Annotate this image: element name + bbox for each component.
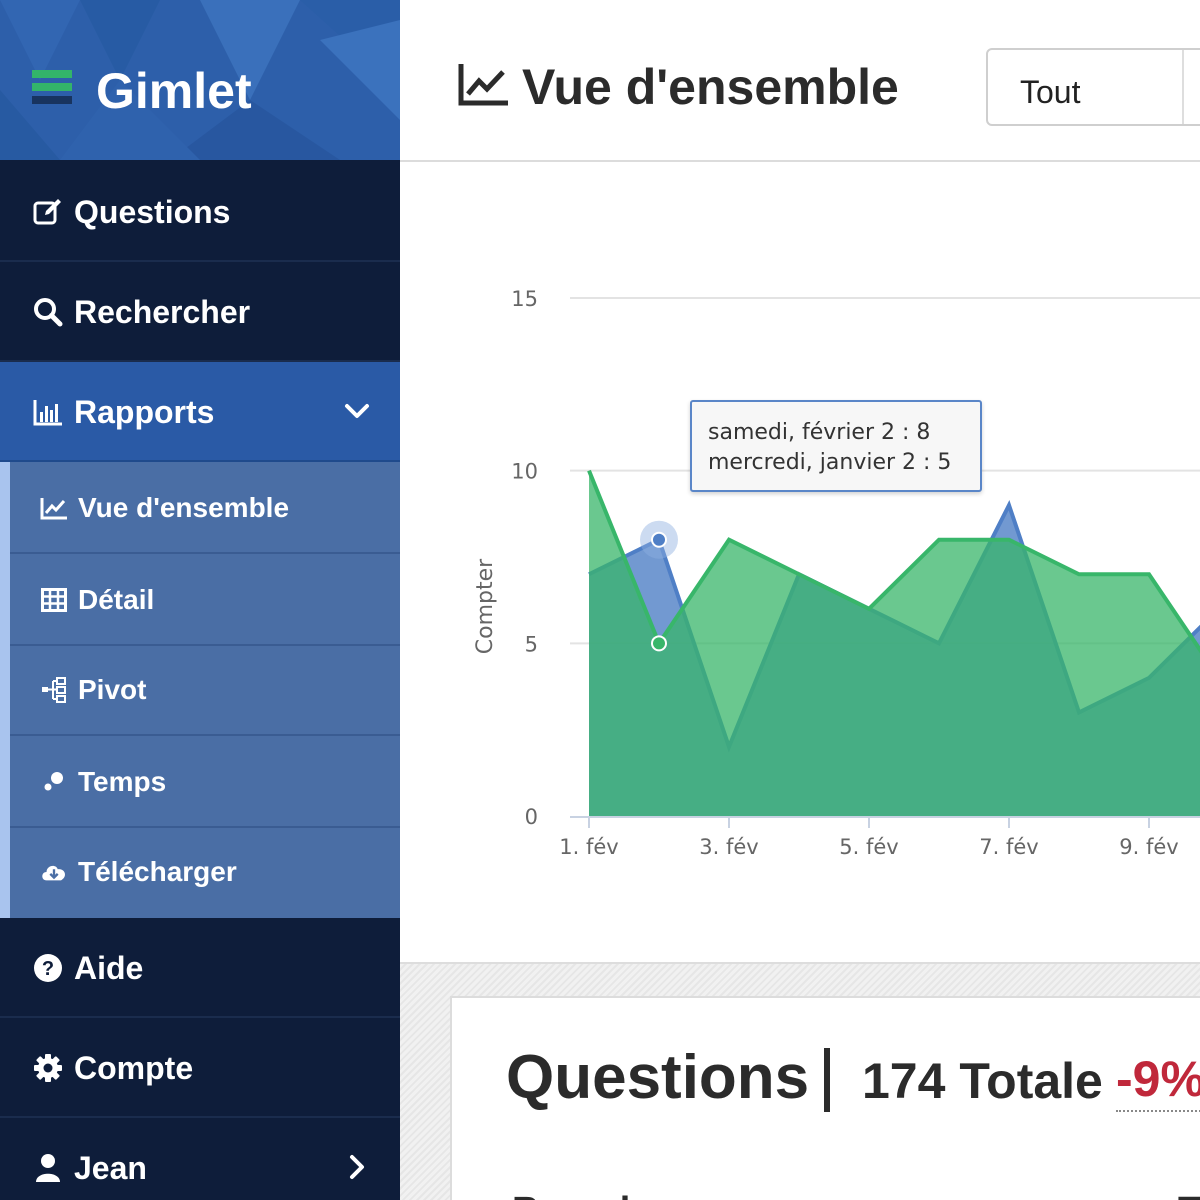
sidebar: Gimlet Questions Rechercher Rapports Vue… bbox=[0, 0, 400, 1200]
questions-title: Questions bbox=[506, 1043, 810, 1112]
x-tick-label: 7. fév bbox=[979, 835, 1038, 859]
submenu-item-label: Détail bbox=[78, 584, 155, 615]
sidebar-item-account[interactable]: Compte bbox=[0, 1018, 400, 1118]
submenu-accent-bar bbox=[0, 462, 10, 918]
time-range-value: Tout bbox=[1020, 74, 1081, 110]
sidebar-item-label: Aide bbox=[74, 950, 144, 986]
sidebar-item-help[interactable]: ? Aide bbox=[0, 918, 400, 1018]
submenu-item-label: Temps bbox=[78, 766, 167, 797]
area-chart: 1. fév 3. fév 5. fév 7. fév 9. fév 0 5 10 15 Comp… bbox=[473, 287, 1200, 859]
submenu-item-pivot[interactable]: Pivot bbox=[10, 644, 400, 736]
y-tick-label: 10 bbox=[511, 460, 538, 484]
submenu-item-label: Vue d'ensemble bbox=[78, 492, 290, 523]
x-tick-label: 9. fév bbox=[1119, 835, 1178, 859]
select-divider bbox=[1182, 50, 1184, 124]
bar-chart-icon bbox=[32, 396, 64, 428]
brand-header[interactable]: Gimlet bbox=[0, 0, 400, 160]
sidebar-item-questions[interactable]: Questions bbox=[0, 162, 400, 262]
chevron-down-icon[interactable] bbox=[344, 398, 370, 424]
submenu-item-time[interactable]: Temps bbox=[10, 736, 400, 828]
search-icon bbox=[32, 296, 64, 328]
column-header-branch[interactable]: Branche bbox=[512, 1190, 664, 1200]
sidebar-item-label: Compte bbox=[74, 1050, 194, 1086]
sidebar-item-reports[interactable]: Rapports bbox=[0, 362, 400, 462]
sidebar-item-user[interactable]: Jean bbox=[0, 1118, 400, 1200]
questions-change[interactable]: -9% bbox=[1116, 1050, 1200, 1112]
submenu-item-label: Pivot bbox=[78, 674, 147, 705]
sidebar-item-label: Rechercher bbox=[74, 294, 251, 330]
y-tick-label: 0 bbox=[525, 805, 538, 829]
chevron-right-icon[interactable] bbox=[344, 1154, 370, 1180]
brand-name: Gimlet bbox=[96, 63, 252, 119]
y-tick-label: 5 bbox=[525, 632, 538, 656]
sidebar-item-label: Rapports bbox=[74, 394, 215, 430]
line-chart-icon bbox=[40, 494, 68, 522]
sidebar-item-label: Questions bbox=[74, 194, 231, 230]
hover-point-series-0 bbox=[651, 531, 667, 548]
column-header-t[interactable]: T bbox=[1178, 1190, 1200, 1200]
gimlet-logo-icon bbox=[32, 70, 72, 110]
questions-total: 174 Totale bbox=[862, 1053, 1103, 1109]
submenu-item-detail[interactable]: Détail bbox=[10, 554, 400, 646]
user-icon bbox=[32, 1152, 64, 1184]
reports-submenu: Vue d'ensemble Détail Pivot Temps Téléch bbox=[0, 462, 400, 918]
x-tick-label: 5. fév bbox=[839, 835, 898, 859]
table-icon bbox=[40, 586, 68, 614]
tooltip-line-1: samedi, février 2 : 8 bbox=[708, 420, 931, 445]
pivot-icon bbox=[40, 676, 68, 704]
y-tick-label: 15 bbox=[511, 287, 538, 311]
submenu-item-label: Télécharger bbox=[78, 856, 237, 887]
time-range-select[interactable]: Tout bbox=[986, 48, 1200, 126]
x-tick-label: 3. fév bbox=[699, 835, 758, 859]
dots-icon bbox=[40, 768, 68, 796]
page-header: Vue d'ensemble Tout bbox=[400, 0, 1200, 162]
overview-chart: 1. fév 3. fév 5. fév 7. fév 9. fév 0 5 10 15 Comp… bbox=[400, 162, 1200, 962]
submenu-item-overview[interactable]: Vue d'ensemble bbox=[10, 462, 400, 554]
cloud-download-icon bbox=[40, 858, 68, 886]
edit-icon bbox=[32, 196, 64, 228]
page-title: Vue d'ensemble bbox=[522, 59, 899, 115]
y-axis-title: Compter bbox=[473, 558, 498, 654]
chart-tooltip: samedi, février 2 : 8 mercredi, janvier … bbox=[690, 400, 982, 492]
questions-section: Questions 174 Totale -9% Branche T bbox=[400, 962, 1200, 1200]
submenu-item-download[interactable]: Télécharger bbox=[10, 826, 400, 918]
sidebar-item-label: Jean bbox=[74, 1150, 147, 1186]
title-separator bbox=[824, 1048, 830, 1112]
tooltip-line-2: mercredi, janvier 2 : 5 bbox=[708, 450, 952, 475]
help-circle-icon: ? bbox=[32, 952, 64, 984]
svg-text:?: ? bbox=[42, 958, 54, 980]
x-tick-label: 1. fév bbox=[559, 835, 618, 859]
gear-icon bbox=[32, 1052, 64, 1084]
series-area-1 bbox=[589, 470, 1200, 816]
hover-point-series-1 bbox=[651, 635, 667, 652]
sidebar-item-search[interactable]: Rechercher bbox=[0, 262, 400, 362]
line-chart-icon bbox=[458, 64, 508, 106]
questions-card: Questions 174 Totale -9% Branche T bbox=[450, 996, 1200, 1200]
